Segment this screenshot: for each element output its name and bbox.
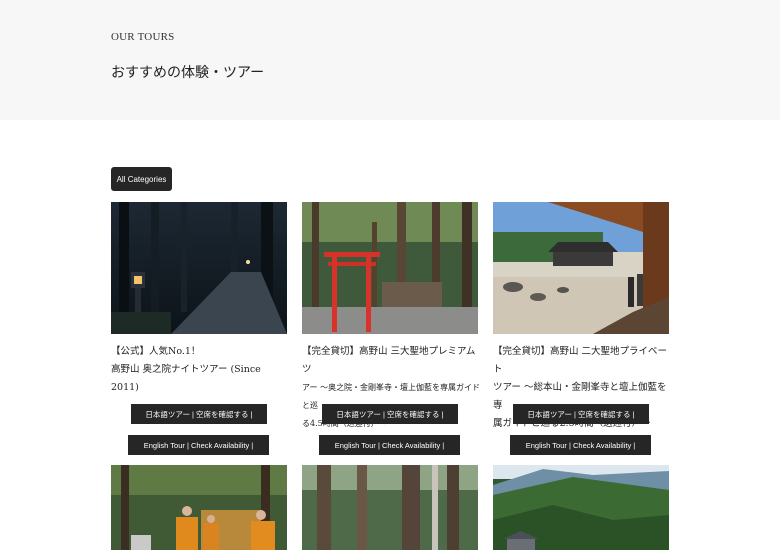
section-eyebrow: OUR TOURS xyxy=(111,31,175,43)
english-tour-button[interactable]: English Tour | Check Availability | xyxy=(319,435,460,455)
all-categories-button[interactable]: All Categories xyxy=(111,167,172,191)
english-tour-button[interactable]: English Tour | Check Availability | xyxy=(510,435,651,455)
tour-title-okunoin-night[interactable]: 【公式】人気No.1！ 高野山 奥之院ナイトツアー (Since 2011) xyxy=(111,343,291,397)
tour-image-rock-garden[interactable] xyxy=(493,202,669,334)
tour-image-okunoin-night[interactable] xyxy=(111,202,287,334)
tour-image-monks[interactable] xyxy=(111,465,287,550)
japanese-tour-button[interactable]: 日本語ツアー | 空席を確認する | xyxy=(322,404,458,424)
japanese-tour-button[interactable]: 日本語ツアー | 空席を確認する | xyxy=(513,404,649,424)
english-tour-button[interactable]: English Tour | Check Availability | xyxy=(128,435,269,455)
tour-image-mountain-view[interactable] xyxy=(493,465,669,550)
tour-image-torii-gate[interactable] xyxy=(302,202,478,334)
page-title: おすすめの体験・ツアー xyxy=(111,65,265,81)
hero-section: OUR TOURS おすすめの体験・ツアー xyxy=(0,0,780,120)
japanese-tour-button[interactable]: 日本語ツアー | 空席を確認する | xyxy=(131,404,267,424)
tour-image-cedar-forest[interactable] xyxy=(302,465,478,550)
